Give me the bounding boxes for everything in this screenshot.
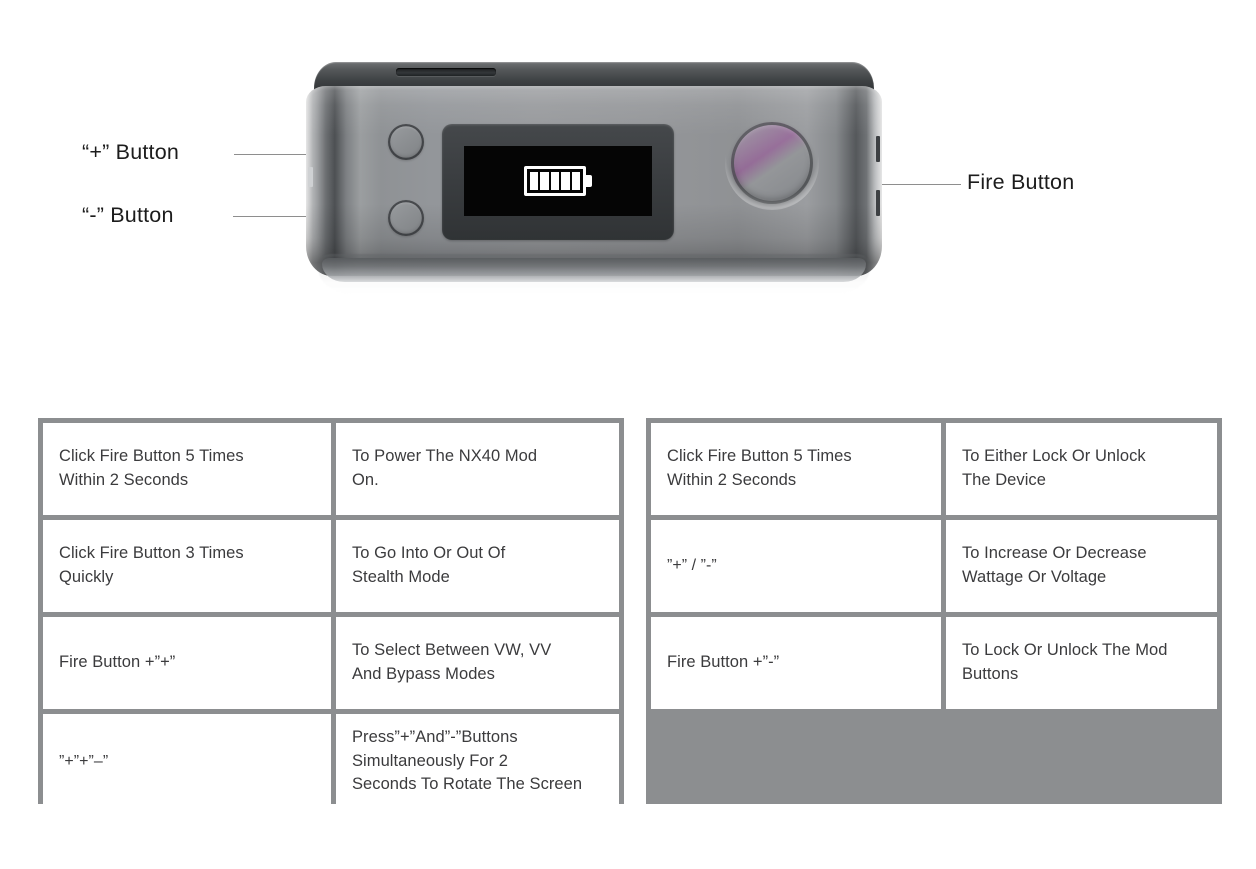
- table-row: Click Fire Button 5 Times Within 2 Secon…: [651, 423, 1217, 515]
- table-cell-action: Click Fire Button 3 Times Quickly: [43, 520, 331, 612]
- table-row: Click Fire Button 3 Times Quickly To Go …: [43, 520, 619, 612]
- device-illustration: [306, 62, 882, 294]
- battery-bar: [540, 172, 549, 190]
- table-cell-action: Fire Button +”-”: [651, 617, 941, 709]
- callout-label-plus-button: “+” Button: [82, 140, 180, 164]
- table-cell-action: Click Fire Button 5 Times Within 2 Secon…: [651, 423, 941, 515]
- cell-text: ”+” / ”-”: [667, 557, 717, 575]
- device-side-tab-right-lower: [876, 190, 880, 216]
- table-cell-action: ”+” / ”-”: [651, 520, 941, 612]
- table-cell-result: To Go Into Or Out Of Stealth Mode: [336, 520, 619, 612]
- device-side-tab-left: [308, 167, 313, 187]
- battery-shell: [524, 166, 586, 196]
- table-cell-action: Fire Button +”+”: [43, 617, 331, 709]
- cell-text: To Power The NX40 Mod On.: [352, 447, 538, 489]
- device-bottom-shadow: [318, 254, 870, 294]
- device-side-tab-right-upper: [876, 136, 880, 162]
- table-cell-result: To Select Between VW, VV And Bypass Mode…: [336, 617, 619, 709]
- fire-button[interactable]: [725, 116, 819, 210]
- cell-text: To Go Into Or Out Of Stealth Mode: [352, 544, 506, 586]
- function-table-right: Click Fire Button 5 Times Within 2 Secon…: [646, 418, 1222, 804]
- minus-button[interactable]: [388, 200, 424, 236]
- table-cell-result: To Either Lock Or Unlock The Device: [946, 423, 1217, 515]
- table-cell-result: Press”+”And”-”Buttons Simultaneously For…: [336, 714, 619, 809]
- table-row: ”+” / ”-” To Increase Or Decrease Wattag…: [651, 520, 1217, 612]
- cell-text: ”+”+”–”: [59, 752, 109, 770]
- device-top-slot: [396, 68, 496, 76]
- table-cell-action: ”+”+”–”: [43, 714, 331, 809]
- cell-text: To Increase Or Decrease Wattage Or Volta…: [962, 544, 1147, 586]
- cell-text: To Select Between VW, VV And Bypass Mode…: [352, 641, 552, 683]
- battery-bar: [571, 172, 581, 190]
- device-screen: [464, 146, 652, 216]
- callout-label-fire-button: Fire Button: [967, 170, 1075, 194]
- callout-label-minus-button: “-” Button: [82, 203, 174, 227]
- battery-bar: [530, 172, 539, 190]
- plus-button[interactable]: [388, 124, 424, 160]
- battery-tip: [586, 175, 592, 187]
- battery-icon: [524, 166, 592, 196]
- cell-text: Press”+”And”-”Buttons Simultaneously For…: [352, 727, 583, 794]
- table-cell-action: Click Fire Button 5 Times Within 2 Secon…: [43, 423, 331, 515]
- table-row: ”+”+”–” Press”+”And”-”Buttons Simultaneo…: [43, 714, 619, 809]
- function-table-left: Click Fire Button 5 Times Within 2 Secon…: [38, 418, 624, 809]
- cell-text: Click Fire Button 3 Times Quickly: [59, 544, 244, 586]
- table-row: Click Fire Button 5 Times Within 2 Secon…: [43, 423, 619, 515]
- table-cell-result: To Lock Or Unlock The Mod Buttons: [946, 617, 1217, 709]
- cell-text: Click Fire Button 5 Times Within 2 Secon…: [667, 447, 852, 489]
- table-row: Fire Button +”+” To Select Between VW, V…: [43, 617, 619, 709]
- cell-text: To Either Lock Or Unlock The Device: [962, 447, 1146, 489]
- table-row: Fire Button +”-” To Lock Or Unlock The M…: [651, 617, 1217, 709]
- battery-bar: [561, 172, 570, 190]
- table-cell-result: To Power The NX40 Mod On.: [336, 423, 619, 515]
- device-screen-bezel: [442, 124, 674, 240]
- device-diagram: “+” Button “-” Button Fire Button: [0, 0, 1256, 400]
- cell-text: To Lock Or Unlock The Mod Buttons: [962, 641, 1168, 683]
- cell-text: Click Fire Button 5 Times Within 2 Secon…: [59, 447, 244, 489]
- table-cell-result: To Increase Or Decrease Wattage Or Volta…: [946, 520, 1217, 612]
- cell-text: Fire Button +”-”: [667, 653, 780, 672]
- cell-text: Fire Button +”+”: [59, 653, 176, 672]
- battery-bar: [550, 172, 560, 190]
